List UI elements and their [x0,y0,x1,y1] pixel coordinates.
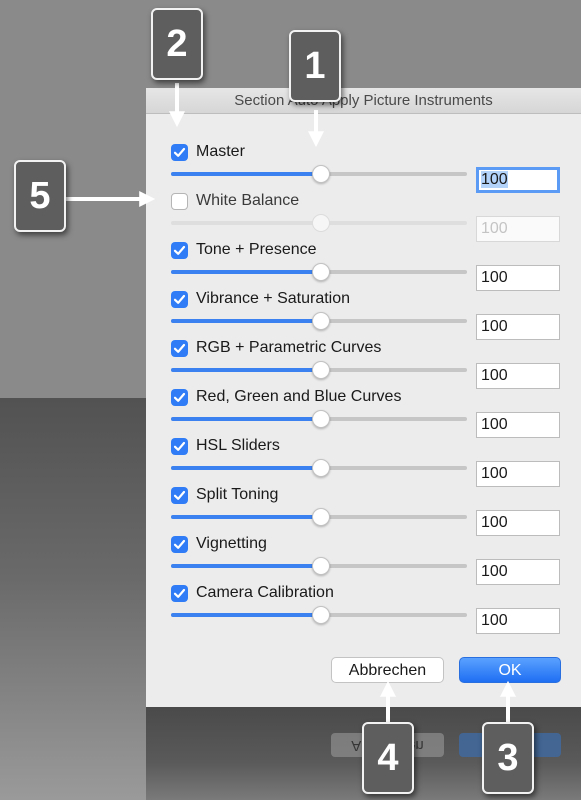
annotation-arrows [66,83,516,722]
callout-3: 3 [482,722,534,794]
callout-2: 2 [151,8,203,80]
callout-1: 1 [289,30,341,102]
callout-5: 5 [14,160,66,232]
callout-4: 4 [362,722,414,794]
